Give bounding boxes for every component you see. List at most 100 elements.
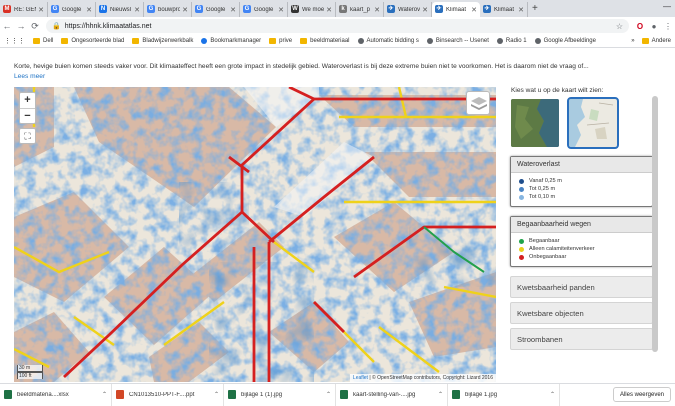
show-all-downloads-button[interactable]: Alles weergeven (612, 387, 671, 402)
chevron-up-icon[interactable]: ⌃ (438, 391, 443, 398)
tab-title: Klimaat (446, 6, 467, 13)
close-tab-icon[interactable]: ✕ (230, 6, 236, 14)
tab-title: Waterov (398, 6, 421, 13)
bookmark-item[interactable]: Bookmarkmanager (197, 38, 265, 44)
layer-section[interactable]: Kwetsbare objecten (510, 302, 653, 324)
bookmark-item[interactable]: Dell (29, 38, 57, 44)
legend-title[interactable]: Wateroverlast (511, 157, 652, 173)
basemap-selector (511, 97, 659, 149)
zoom-out-button[interactable]: − (20, 108, 35, 123)
opera-extension-icon[interactable]: O (633, 22, 647, 31)
legend-box[interactable]: Wateroverlast Vanaf 0,25 m Tot 0,25 m Tot 0… (510, 156, 653, 207)
download-filename: CN1013510-PPT-F....ppt (129, 391, 195, 398)
folder-icon (269, 38, 277, 44)
tab[interactable]: ✈ Waterov ✕ (384, 2, 432, 17)
layers-icon[interactable] (466, 91, 490, 115)
legend-swatch (519, 178, 524, 184)
panel-scrollbar[interactable] (652, 96, 658, 352)
bookmark-item[interactable]: prive (265, 38, 296, 44)
google-icon: G (195, 5, 203, 13)
fullscreen-icon[interactable]: ⛶ (19, 128, 36, 144)
bookmark-label: Automatic bidding s (366, 38, 419, 44)
zoom-in-button[interactable]: + (20, 93, 35, 108)
bookmark-item[interactable]: Binsearch -- Usenet (423, 38, 493, 44)
tab[interactable]: k kaart_p ✕ (336, 2, 384, 17)
reload-icon[interactable]: ⟳ (28, 21, 42, 32)
tab[interactable]: ✈ Klimaat ✕ (480, 2, 528, 17)
minimize-window-icon[interactable]: — (663, 2, 671, 11)
map-canvas[interactable] (14, 87, 496, 382)
map-basemap-thumbnail[interactable] (567, 97, 619, 149)
read-more-link[interactable]: Lees meer (14, 73, 45, 80)
browser-menu-icon[interactable]: ⋮ (661, 22, 675, 31)
leaflet-link[interactable]: Leaflet (353, 375, 368, 381)
legend-label: Begaanbaar (529, 238, 560, 244)
other-bookmarks-label: Andere (651, 38, 671, 44)
legend-box[interactable]: Begaanbaarheid wegen Begaanbaar Alleen cal… (510, 216, 653, 267)
tab[interactable]: G Google ✕ (48, 2, 96, 17)
bookmark-item[interactable]: beeldmateriaal (296, 38, 353, 44)
tab[interactable]: ✈ Klimaat ✕ (432, 2, 480, 17)
account-icon[interactable]: ● (647, 22, 661, 31)
layer-section[interactable]: Stroombanen (510, 328, 653, 350)
bookmark-item[interactable]: Ongesorteerde blad (57, 38, 128, 44)
legend-title[interactable]: Begaanbaarheid wegen (511, 217, 652, 233)
layer-section[interactable]: Kwetsbaarheid panden (510, 276, 653, 298)
download-item[interactable]: CN1013510-PPT-F....ppt ⌃ (112, 383, 224, 406)
tab[interactable]: W We moe ✕ (288, 2, 336, 17)
close-tab-icon[interactable]: ✕ (518, 6, 524, 14)
close-tab-icon[interactable]: ✕ (86, 6, 92, 14)
tab[interactable]: MRE: GEM✕ (0, 2, 48, 17)
close-tab-icon[interactable]: ✕ (422, 6, 428, 14)
address-bar[interactable]: 🔒 https://hhnk.klimaatatlas.net ☆ (46, 19, 629, 33)
layer-panel: Kies wat u op de kaart wilt zien: Watero… (507, 87, 659, 382)
close-tab-icon[interactable]: ✕ (278, 6, 284, 14)
lock-icon: 🔒 (52, 23, 61, 30)
download-item[interactable]: beeldmateria....xlsx ⌃ (0, 383, 112, 406)
folder-icon (132, 38, 140, 44)
tab[interactable]: G Google ✕ (192, 2, 240, 17)
close-tab-icon[interactable]: ✕ (182, 6, 188, 14)
image-icon (228, 390, 236, 399)
bookmark-item[interactable]: Automatic bidding s (354, 38, 423, 44)
back-icon[interactable]: ← (0, 21, 14, 31)
attribution-text: | © OpenStreetMap contributors, Copyrigh… (369, 375, 493, 381)
intro-text: Korte, hevige buien komen steeds vaker v… (14, 63, 589, 70)
other-bookmarks-folder[interactable]: Andere (638, 38, 675, 44)
chevron-up-icon[interactable]: ⌃ (102, 391, 107, 398)
map-attribution: Leaflet | © OpenStreetMap contributors, … (349, 374, 496, 382)
bookmark-item[interactable]: Bladwijzerwerkbalk (128, 38, 197, 44)
tab[interactable]: G Google ✕ (240, 2, 288, 17)
bookmark-star-icon[interactable]: ☆ (616, 22, 623, 31)
flood-map[interactable]: + − ⛶ 30 m 100 ft Leaflet | © OpenStreet… (14, 87, 496, 382)
site-icon (534, 38, 541, 44)
chevron-up-icon[interactable]: ⌃ (550, 391, 555, 398)
tab-title: We moe (302, 6, 325, 13)
close-tab-icon[interactable]: ✕ (38, 6, 44, 14)
close-tab-icon[interactable]: ✕ (374, 6, 380, 14)
download-item[interactable]: bijlage 1 (1).jpg ⌃ (224, 383, 336, 406)
chevron-up-icon[interactable]: ⌃ (214, 391, 219, 398)
apps-icon[interactable]: ⋮⋮⋮ (0, 37, 29, 45)
satellite-basemap-thumbnail[interactable] (511, 99, 559, 147)
chevron-up-icon[interactable]: ⌃ (326, 391, 331, 398)
close-tab-icon[interactable]: ✕ (134, 6, 140, 14)
new-tab-button[interactable]: + (528, 2, 542, 17)
download-item[interactable]: bijlage 1.jpg ⌃ (448, 383, 560, 406)
legend-item: Alleen calamiteitenverkeer (519, 245, 644, 253)
close-tab-icon[interactable]: ✕ (471, 6, 477, 14)
site-icon (496, 38, 503, 44)
close-tab-icon[interactable]: ✕ (326, 6, 332, 14)
tab-strip: MRE: GEM✕GGoogle✕NNieuwsl✕Gbouwpro✕GGoog… (0, 0, 675, 17)
bookmark-item[interactable]: Google Afbeeldinge (531, 38, 600, 44)
folder-icon (33, 38, 40, 44)
tab-title: bouwpro (158, 6, 181, 13)
download-item[interactable]: kaart-stelling-van-....jpg ⌃ (336, 383, 448, 406)
forward-icon[interactable]: → (14, 21, 28, 31)
bookmarks-overflow-button[interactable]: » (628, 38, 637, 44)
tab[interactable]: Gbouwpro ✕ (144, 2, 192, 17)
bookmark-item[interactable]: Radio 1 (493, 38, 531, 44)
tab[interactable]: N Nieuwsl ✕ (96, 2, 144, 17)
tab-title: Google (62, 6, 82, 13)
address-url[interactable]: https://hhnk.klimaatatlas.net (65, 23, 616, 30)
